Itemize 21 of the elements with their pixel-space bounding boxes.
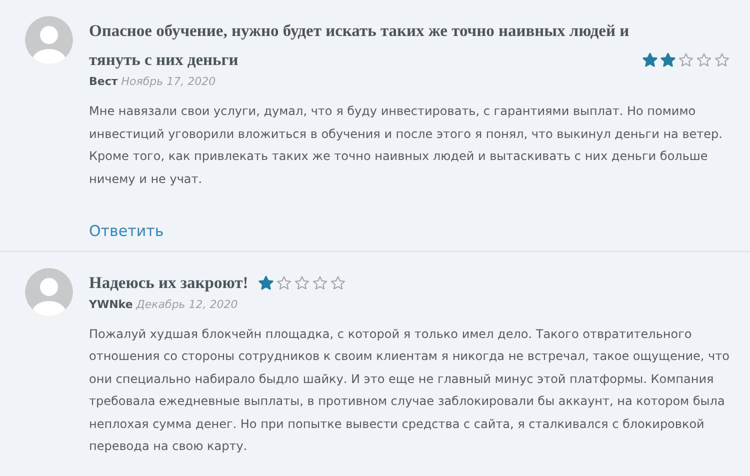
review-date: Ноябрь 17, 2020 — [121, 75, 216, 88]
star-icon — [330, 274, 346, 290]
star-icon — [696, 52, 712, 68]
star-icon — [714, 52, 730, 68]
avatar-icon — [25, 268, 73, 316]
author-name: YWNke — [89, 298, 133, 310]
star-icon — [642, 52, 658, 68]
star-icon — [258, 274, 274, 290]
star-icon — [660, 52, 676, 68]
avatar-icon — [25, 16, 73, 64]
review-date: Декабрь 12, 2020 — [136, 298, 238, 310]
author-name: Вест — [89, 75, 118, 88]
star-icon — [276, 274, 292, 290]
review-text: Пожалуй худшая блокчейн площадка, с которой я только имел дело. Такого отвратительного отношения со стороны сотрудников к своим клиентам я никогда не встречал, такое ощущение, что они специально набирало быдло шайку. И это еще не главный минус этой платформы. Компания требовала ежедневные выплаты, в противном случае заблокировали бы аккаунт, на котором была неплохая сумма денег. Но при попытке вывести средства с сайта, я сталкивался с блокировкой перевода на свою карту. — [89, 326, 730, 455]
reply-link[interactable]: Ответить — [89, 220, 164, 242]
star-icon — [294, 274, 310, 290]
review-text: Мне навязали свои услуги, думал, что я буду инвестировать, с гарантиями выплат. Но помимо инвестиций уговорили вложиться в обучения и после этого я понял, что выкинул деньги на ветер. Кроме того, как привлекать таких же точно наивных людей и вытаскивать с них деньги больше ничему и не учат. — [89, 103, 724, 188]
review-title: Надеюсь их закроют! — [89, 272, 248, 294]
star-icon — [312, 274, 328, 290]
review-title: Опасное обучение, нужно будет искать таких же точно наивных людей и тянуть с них деньги — [89, 20, 630, 71]
star-icon — [678, 52, 694, 68]
